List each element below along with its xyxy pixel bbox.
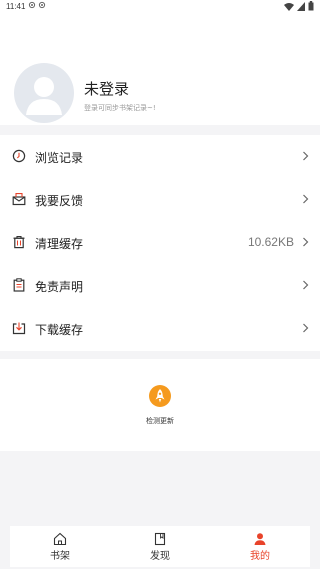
signal-icon [297,1,305,11]
nav-label: 发现 [150,551,170,562]
profile-header[interactable]: 未登录 登录可同步书架记录~! [0,14,320,125]
clipboard-icon [13,278,25,292]
book-icon [154,532,166,546]
menu-label: 浏览记录 [35,151,84,165]
chevron-right-icon [303,194,309,204]
feedback-icon [12,193,26,206]
menu-label: 清理缓存 [35,237,84,251]
menu-item-disclaimer[interactable]: 免责声明 [0,264,320,307]
home-icon [53,532,67,546]
notification-icons [28,1,48,11]
nav-label: 书架 [50,551,70,562]
menu-item-history[interactable]: 浏览记录 [0,135,320,178]
download-icon [12,322,26,335]
tab-bookshelf[interactable]: 书架 [10,526,110,567]
tab-discover[interactable]: 发现 [110,526,210,567]
notification-icon [28,1,46,9]
history-icon [12,149,26,163]
menu-label: 我要反馈 [35,194,84,208]
check-update-section: 检测更新 [0,359,320,451]
menu-item-downloads[interactable]: 下载缓存 [0,307,320,350]
system-icons [284,1,314,11]
battery-icon [308,1,314,11]
wifi-icon [284,2,294,11]
trash-icon [13,235,25,249]
login-hint: 登录可同步书架记录~! [84,104,156,112]
check-update-button[interactable] [149,385,171,407]
default-avatar-icon [26,77,62,115]
chevron-right-icon [303,280,309,290]
settings-menu: 浏览记录 我要反馈 清理缓存 10.62KB 免责声明 下载缓存 [0,135,320,351]
tab-mine[interactable]: 我的 [210,526,310,567]
user-icon [254,533,266,545]
menu-item-clear-cache[interactable]: 清理缓存 10.62KB [0,221,320,264]
menu-label: 下载缓存 [35,323,84,337]
bottom-nav: 书架 发现 我的 [10,526,310,567]
cache-size: 10.62KB [247,235,294,249]
chevron-right-icon [303,323,309,333]
nav-label: 我的 [250,551,270,562]
status-time: 11:41 [6,2,26,11]
chevron-right-icon [303,237,309,247]
menu-item-feedback[interactable]: 我要反馈 [0,178,320,221]
status-bar: 11:41 [0,0,320,14]
chevron-right-icon [303,151,309,161]
check-update-label[interactable]: 检测更新 [0,416,320,426]
avatar[interactable] [14,63,74,123]
menu-label: 免责声明 [35,280,84,294]
rocket-icon [155,389,165,403]
login-status-title[interactable]: 未登录 [84,78,129,99]
